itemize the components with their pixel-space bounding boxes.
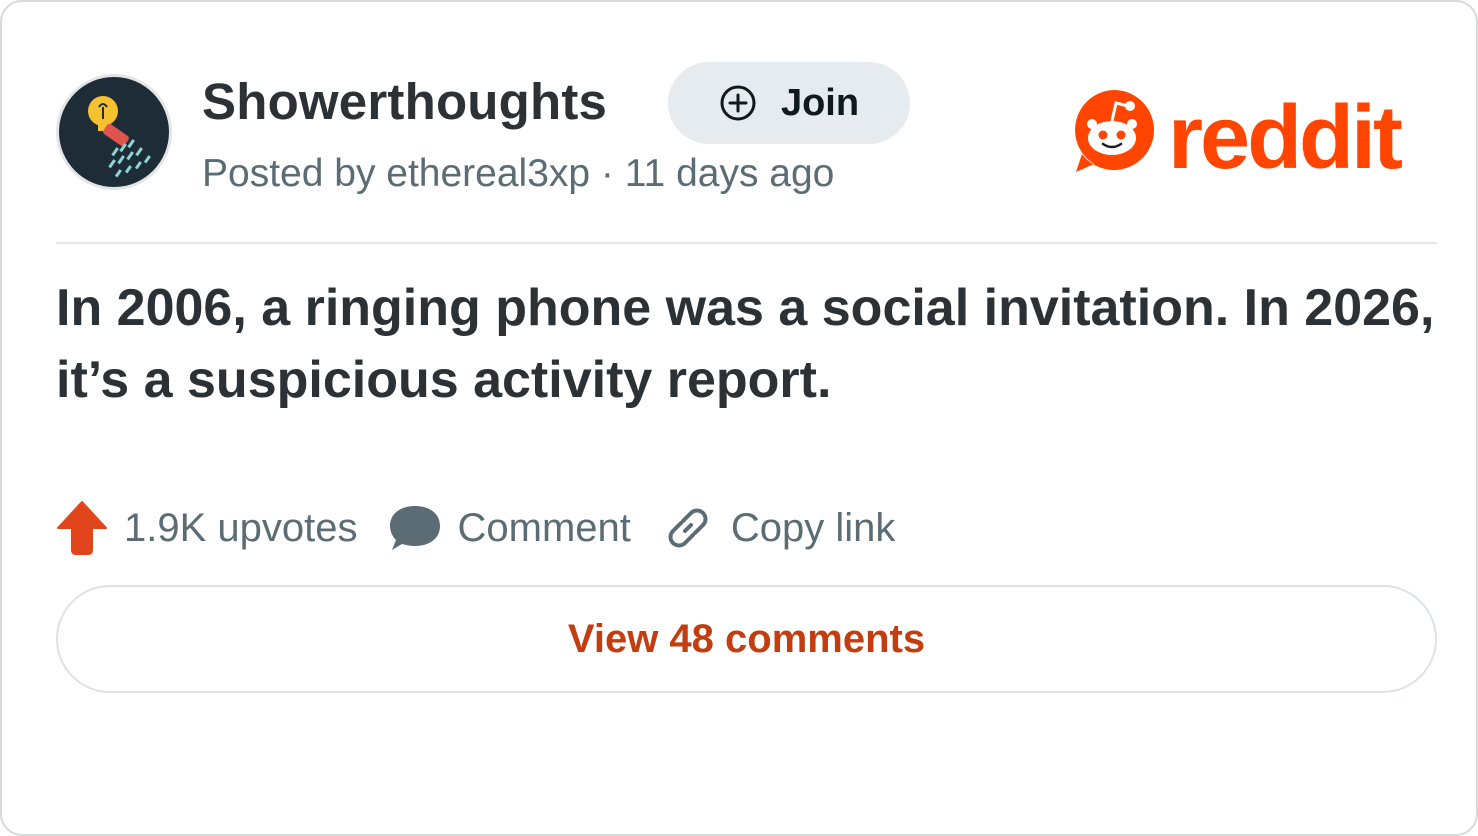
subreddit-name[interactable]: Showerthoughts xyxy=(202,72,607,131)
upvote-count: 1.9K upvotes xyxy=(124,505,358,550)
upvote-arrow-icon xyxy=(57,501,107,555)
post-meta: Posted by ethereal3xp · 11 days ago xyxy=(202,152,835,195)
plus-circle-icon xyxy=(720,85,756,121)
reddit-snoo-icon xyxy=(1075,90,1154,172)
comment-label: Comment xyxy=(457,505,631,550)
link-icon xyxy=(668,508,708,548)
view-comments-label: View 48 comments xyxy=(567,616,926,661)
lightbulb-shower-icon xyxy=(59,77,169,187)
reddit-wordmark: reddit xyxy=(1168,88,1402,180)
header-divider xyxy=(56,242,1437,244)
view-comments-button[interactable]: View 48 comments xyxy=(56,585,1437,693)
join-button[interactable]: Join xyxy=(668,62,910,144)
reddit-logo[interactable]: reddit xyxy=(1070,84,1440,180)
comment-bubble-icon xyxy=(389,506,440,550)
join-label: Join xyxy=(780,81,860,124)
upvote-button[interactable]: 1.9K upvotes xyxy=(56,500,358,556)
post-embed-card: Showerthoughts Join Posted by ethereal3x… xyxy=(0,0,1478,836)
post-title[interactable]: In 2006, a ringing phone was a social in… xyxy=(56,272,1436,416)
post-actions: 1.9K upvotes Comment Copy link xyxy=(56,498,895,558)
copy-link-label: Copy link xyxy=(730,505,896,550)
comment-button[interactable]: Comment xyxy=(388,504,631,552)
copy-link-button[interactable]: Copy link xyxy=(663,503,896,553)
subreddit-avatar[interactable] xyxy=(56,74,172,190)
